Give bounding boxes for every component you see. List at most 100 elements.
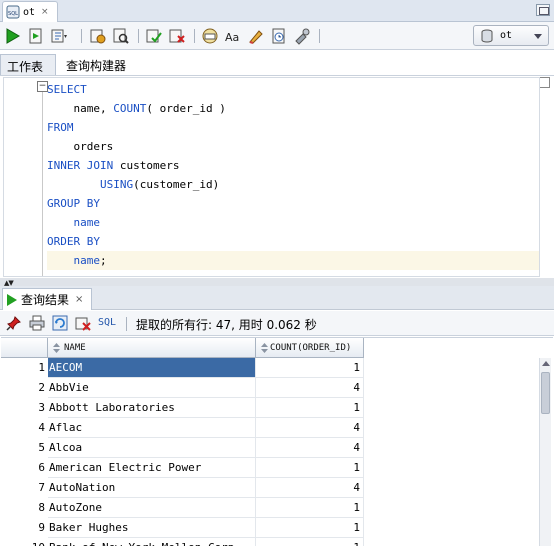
code-line[interactable]: orders — [47, 137, 539, 156]
cell-count[interactable]: 1 — [256, 518, 364, 538]
code-keyword: INNER JOIN — [47, 159, 114, 172]
cell-count[interactable]: 1 — [256, 398, 364, 418]
autotrace-icon[interactable] — [89, 27, 107, 45]
vertical-scrollbar[interactable] — [539, 358, 551, 546]
row-number[interactable]: 8 — [1, 498, 48, 518]
cell-name[interactable]: AECOM — [48, 358, 256, 378]
code-identifier: orders — [47, 140, 114, 153]
editor-corner-box[interactable] — [539, 77, 550, 88]
code-identifier: customers — [113, 159, 180, 172]
cell-name[interactable]: Aflac — [48, 418, 256, 438]
cell-count[interactable]: 1 — [256, 498, 364, 518]
document-tab-ot[interactable]: SQL ot × — [2, 1, 58, 22]
table-row[interactable]: 10Bank of New York Mellon Corp1 — [1, 538, 364, 546]
row-number[interactable]: 3 — [1, 398, 48, 418]
document-tab-label: ot — [23, 6, 36, 18]
sort-icon — [53, 343, 60, 353]
scroll-up-icon[interactable] — [542, 361, 550, 366]
code-line[interactable]: USING(customer_id) — [47, 175, 539, 194]
code-line[interactable]: name — [47, 213, 539, 232]
cell-name[interactable]: Alcoa — [48, 438, 256, 458]
history-icon[interactable] — [270, 27, 288, 45]
table-row[interactable]: 8 AutoZone 1 — [1, 498, 364, 518]
row-number-header[interactable] — [1, 338, 48, 358]
restore-window-icon[interactable] — [536, 4, 550, 16]
cell-count[interactable]: 4 — [256, 438, 364, 458]
code-line[interactable]: SELECT — [47, 80, 539, 99]
code-line[interactable]: ORDER BY — [47, 232, 539, 251]
cell-count[interactable]: 1 — [256, 538, 364, 546]
freeze-pin-icon[interactable] — [6, 315, 22, 331]
run-icon[interactable] — [4, 27, 22, 45]
connection-select[interactable]: ot — [473, 25, 549, 46]
code-identifier: ( order_id ) — [146, 102, 226, 115]
table-row[interactable]: 4 Aflac 4 — [1, 418, 364, 438]
code-line[interactable]: GROUP BY — [47, 194, 539, 213]
row-number[interactable]: 10 — [1, 538, 48, 546]
cell-count[interactable]: 4 — [256, 378, 364, 398]
row-number[interactable]: 9 — [1, 518, 48, 538]
cell-name[interactable]: Bank of New York Mellon Corp — [48, 538, 256, 546]
row-number[interactable]: 7 — [1, 478, 48, 498]
sql-tuning-icon[interactable] — [112, 27, 130, 45]
cell-count[interactable]: 4 — [256, 478, 364, 498]
commit-icon[interactable] — [145, 27, 163, 45]
change-case-icon[interactable]: Aa — [224, 27, 242, 45]
cell-count[interactable]: 4 — [256, 418, 364, 438]
fetch-status-text: 提取的所有行: 47, 用时 0.062 秒 — [136, 318, 317, 332]
row-number[interactable]: 5 — [1, 438, 48, 458]
close-icon[interactable]: × — [41, 7, 49, 17]
print-icon[interactable] — [29, 315, 45, 331]
scrollbar-thumb[interactable] — [541, 372, 550, 414]
row-number[interactable]: 2 — [1, 378, 48, 398]
code-line[interactable]: name; — [47, 251, 539, 270]
code-identifier: (customer_id) — [133, 178, 220, 191]
table-row[interactable]: 7 AutoNation 4 — [1, 478, 364, 498]
code-keyword: SELECT — [47, 83, 87, 96]
code-line[interactable]: name, COUNT( order_id ) — [47, 99, 539, 118]
close-icon[interactable]: × — [75, 294, 83, 305]
tab-query-builder[interactable]: 查询构建器 — [60, 54, 132, 75]
row-number[interactable]: 1 — [1, 358, 48, 378]
cell-name[interactable]: AutoNation — [48, 478, 256, 498]
database-icon — [481, 29, 493, 42]
unshared-sql-icon[interactable] — [201, 27, 219, 45]
cell-name[interactable]: AbbVie — [48, 378, 256, 398]
export-cancel-icon[interactable] — [75, 315, 91, 331]
table-row[interactable]: 5 Alcoa 4 — [1, 438, 364, 458]
cell-name[interactable]: American Electric Power — [48, 458, 256, 478]
tab-worksheet[interactable]: 工作表 — [0, 54, 56, 75]
refresh-icon[interactable] — [52, 315, 68, 331]
code-identifier: name, — [47, 102, 114, 115]
sql-link[interactable]: SQL — [98, 317, 116, 328]
row-number[interactable]: 4 — [1, 418, 48, 438]
results-grid[interactable]: NAME COUNT(ORDER_ID) 1 AECOM 1 2 AbbVie 4 3 Abb… — [1, 337, 553, 546]
column-header-count[interactable]: COUNT(ORDER_ID) — [256, 338, 364, 358]
panel-splitter[interactable]: ▲▼ — [0, 278, 554, 287]
table-row[interactable]: 9 Baker Hughes 1 — [1, 518, 364, 538]
table-row[interactable]: 6 American Electric Power 1 — [1, 458, 364, 478]
table-row[interactable]: 3 Abbott Laboratories 1 — [1, 398, 364, 418]
rollback-icon[interactable] — [168, 27, 186, 45]
code-line[interactable]: FROM — [47, 118, 539, 137]
code-line[interactable]: INNER JOIN customers — [47, 156, 539, 175]
sql-file-icon: SQL — [6, 5, 20, 19]
table-row[interactable]: 1 AECOM 1 — [1, 358, 364, 378]
cell-count[interactable]: 1 — [256, 458, 364, 478]
clear-icon[interactable] — [247, 27, 265, 45]
run-script-icon[interactable] — [27, 27, 45, 45]
table-row[interactable]: 2 AbbVie 4 — [1, 378, 364, 398]
editor-gutter — [4, 78, 34, 276]
cell-count[interactable]: 1 — [256, 358, 364, 378]
sql-editor[interactable]: − SELECT name, COUNT( order_id ) FROM ord… — [3, 77, 540, 277]
format-icon[interactable] — [293, 27, 311, 45]
cell-name[interactable]: AutoZone — [48, 498, 256, 518]
cell-name[interactable]: Abbott Laboratories — [48, 398, 256, 418]
explain-plan-icon[interactable] — [50, 27, 68, 45]
column-header-name[interactable]: NAME — [48, 338, 256, 358]
tab-query-results[interactable]: 查询结果 × — [2, 288, 92, 310]
toolbar-separator — [194, 29, 195, 43]
cell-name[interactable]: Baker Hughes — [48, 518, 256, 538]
sql-code[interactable]: SELECT name, COUNT( order_id ) FROM order… — [47, 80, 539, 270]
row-number[interactable]: 6 — [1, 458, 48, 478]
